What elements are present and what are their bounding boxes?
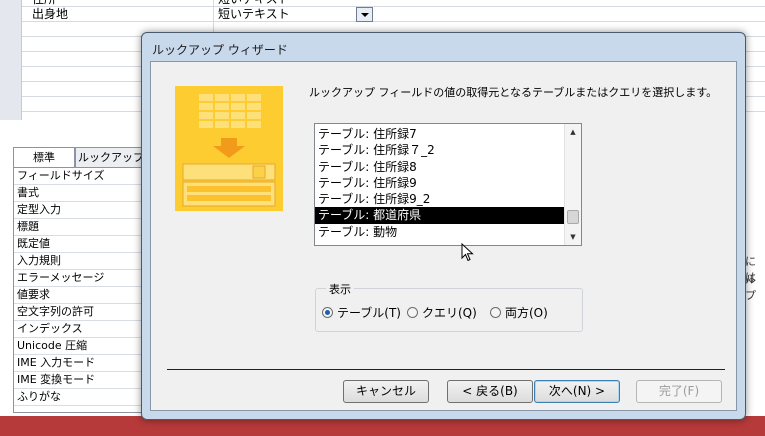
tab-general[interactable]: 標準 [13,147,75,168]
list-item[interactable]: テーブル: 住所録7 [315,126,565,142]
property-row[interactable]: 標題 [14,219,152,236]
button-separator [167,369,725,370]
property-row[interactable]: IME 入力モード [14,355,152,372]
property-row[interactable]: フィールドサイズ [14,168,152,185]
property-row[interactable]: ふりがな [14,389,152,406]
view-groupbox: 表示 テーブル(T) クエリ(Q) 両方(O) [315,281,583,332]
property-row[interactable]: IME 変換モード [14,372,152,389]
property-row[interactable]: 入力規則 [14,253,152,270]
list-item[interactable]: テーブル: 住所録8 [315,159,565,175]
table-query-listbox[interactable]: テーブル: 住所録7 テーブル: 住所録７_2 テーブル: 住所録8 テーブル: 住所… [314,123,582,246]
field-name: 出身地 [32,7,69,21]
list-item[interactable]: テーブル: 動物 [315,224,565,240]
radio-label: クエリ(Q) [422,306,477,320]
field-name: 住所 [32,0,56,7]
scroll-down-icon[interactable]: ▼ [565,229,581,245]
property-row[interactable]: 書式 [14,185,152,202]
wizard-illustration-icon [175,86,283,211]
property-row[interactable]: エラーメッセージ [14,270,152,287]
property-row[interactable]: インデックス [14,321,152,338]
radio-tables[interactable]: テーブル(T) [322,306,401,320]
field-type: 短いテキスト [218,7,290,21]
tab-lookup[interactable]: ルックアップ [75,147,147,167]
radio-label: 両方(O) [505,306,548,320]
mouse-cursor-icon [461,243,474,262]
lookup-wizard-dialog: ルックアップ ウィザード ルックアップ フィールドの値の取得元となるテーブルまた… [141,32,746,420]
list-items: テーブル: 住所録7 テーブル: 住所録７_2 テーブル: 住所録8 テーブル: 住所… [315,126,565,240]
data-type-dropdown-button[interactable] [356,7,373,22]
list-item[interactable]: テーブル: 都道府県 [315,207,565,224]
field-properties-panel: フィールドサイズ 書式 定型入力 標題 既定値 入力規則 エラーメッセージ 値要求 空文字列の許… [13,167,153,413]
property-row[interactable]: 定型入力 [14,202,152,219]
property-row[interactable]: 既定値 [14,236,152,253]
property-row[interactable]: Unicode 圧縮 [14,338,152,355]
radio-label: テーブル(T) [337,306,401,320]
property-row[interactable]: 値要求 [14,287,152,304]
list-item[interactable]: テーブル: 住所録9_2 [315,191,565,207]
radio-both[interactable]: 両方(O) [490,306,548,320]
radio-queries[interactable]: クエリ(Q) [407,306,477,320]
list-item[interactable]: テーブル: 住所録７_2 [315,142,565,158]
scroll-up-icon[interactable]: ▲ [565,124,581,140]
field-row[interactable]: 出身地 短いテキスト [22,7,765,22]
group-label: 表示 [326,281,354,297]
list-item[interactable]: テーブル: 住所録9 [315,175,565,191]
back-button[interactable]: < 戻る(B) [447,380,533,403]
listbox-scrollbar[interactable]: ▲ ▼ [564,124,581,245]
scroll-thumb[interactable] [567,210,579,224]
property-row[interactable]: 空文字列の許可 [14,304,152,321]
cancel-button[interactable]: キャンセル [343,380,429,403]
radio-circle-icon [322,307,333,318]
field-type: 短いテキスト [218,0,290,7]
radio-circle-icon [407,307,418,318]
radio-circle-icon [490,307,501,318]
finish-button[interactable]: 完了(F) [636,380,722,403]
next-button[interactable]: 次へ(N) > [534,380,620,403]
row-selector-column [0,0,22,120]
dialog-content: ルックアップ フィールドの値の取得元となるテーブルまたはクエリを選択します。 テ… [150,61,737,411]
instruction-text: ルックアップ フィールドの値の取得元となるテーブルまたはクエリを選択します。 [309,86,718,99]
dialog-title: ルックアップ ウィザード [152,43,288,57]
field-row[interactable]: 住所 短いテキスト [22,0,765,7]
side-help-text: ルプ [745,273,756,302]
